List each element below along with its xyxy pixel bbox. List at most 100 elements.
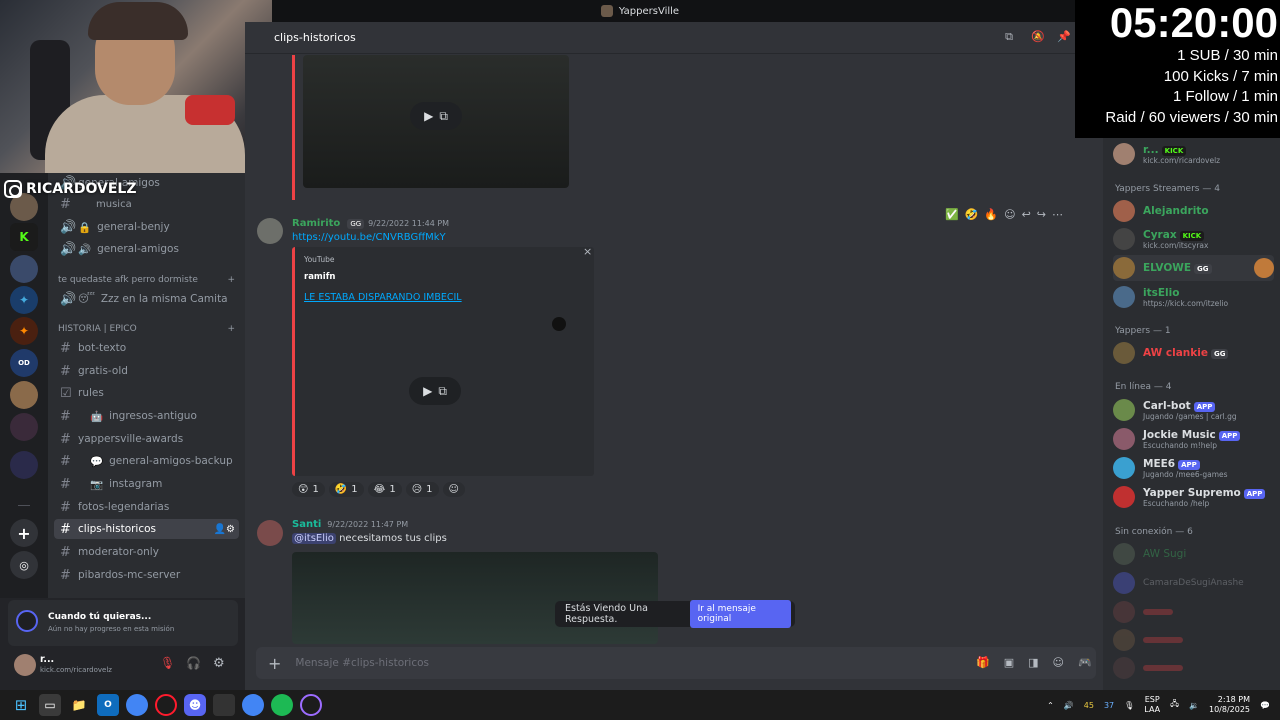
server-icon-6[interactable]: OD [10,349,38,377]
channel-pibardos-mc-server[interactable]: # pibardos-mc-server [54,565,239,585]
member-item[interactable]: AW clankie GG [1113,340,1274,366]
app-icon[interactable] [213,694,235,716]
member-item[interactable]: r... KICK kick.com/ricardovelz [1113,141,1274,167]
category-afk[interactable]: te quedaste afk perro dormiste + [58,275,235,285]
reaction-rofl[interactable]: 🤣 1 [328,482,364,497]
threads-icon[interactable]: ⧉ [1003,31,1015,43]
server-icon-4[interactable]: ✦ [10,286,38,314]
discord-icon[interactable]: ☻ [184,694,206,716]
more-icon[interactable]: ⋯ [1052,208,1063,221]
play-button[interactable]: ▶ ⧉ [410,102,462,130]
channel-clips-historicos[interactable]: # clips-historicos 👤⚙ [54,519,239,539]
author-name[interactable]: Santi [292,519,321,530]
add-channel-icon[interactable]: + [227,324,235,334]
spotify-icon[interactable] [271,694,293,716]
outlook-icon[interactable]: O [97,694,119,716]
mission-card[interactable]: Cuando tú quieras... Aún no hay progreso… [8,600,238,646]
activities-icon[interactable]: 🎮 [1078,656,1092,669]
channel-instagram[interactable]: # 📷 instagram [54,474,239,494]
gift-icon[interactable]: 🎁 [976,656,990,669]
reaction-astonished[interactable]: 😲 1 [292,482,325,497]
add-server-icon[interactable]: + [10,519,38,547]
server-icon-5[interactable]: ✦ [10,317,38,345]
video-attachment[interactable] [292,552,658,644]
author-name[interactable]: Ramirito [292,218,340,229]
message-link[interactable]: https://youtu.be/CNVRBGffMkY [292,232,446,243]
channel-ingresos-antiguo[interactable]: # 🤖 ingresos-antiguo [54,406,239,426]
mention[interactable]: @itsElio [292,533,336,544]
laugh-reaction-icon[interactable]: 🤣 [965,208,979,221]
fire-reaction-icon[interactable]: 🔥 [984,208,998,221]
pin-icon[interactable]: 📌 [1057,31,1071,43]
avatar[interactable] [14,654,36,676]
member-item[interactable]: AW Sugi [1113,541,1274,567]
volume-icon[interactable]: 🔊 [1064,701,1074,710]
add-attachment-icon[interactable]: + [268,654,281,673]
add-channel-icon[interactable]: + [227,275,235,285]
language-indicator[interactable]: ESP LAA [1144,695,1160,715]
gif-icon[interactable]: ▣ [1004,656,1014,669]
reaction-joy[interactable]: 😂 1 [367,482,402,497]
mic-icon[interactable]: 🎙 [1124,701,1134,710]
settings-icon[interactable]: 👤⚙ [214,524,235,535]
server-folder-1[interactable] [10,413,38,441]
channel-bot-texto[interactable]: # bot-texto [54,338,239,358]
channel-voice[interactable]: 🔊 🔒 general-benjy [54,217,239,237]
settings-icon[interactable]: ⚙ [213,656,225,671]
server-icon-3[interactable] [10,255,38,283]
member-item[interactable]: Cyrax KICK kick.com/itscyrax [1113,226,1274,252]
check-reaction-icon[interactable]: ✅ [945,208,959,221]
member-item[interactable]: Jockie Music APP Escuchando m!help [1113,426,1274,452]
chevron-up-icon[interactable]: ⌃ [1047,701,1054,710]
video-player[interactable]: ▶ ⧉ [304,312,584,470]
channel-moderator-only[interactable]: # moderator-only [54,542,239,562]
discover-icon[interactable]: ◎ [10,551,38,579]
channel-fotos-legendarias[interactable]: # fotos-legendarias [54,497,239,517]
server-folder-2[interactable] [10,451,38,479]
emoji-icon[interactable]: ☺ [1053,656,1064,669]
task-view-icon[interactable]: ▭ [39,694,61,716]
channel-afk[interactable]: 🔊 😴 Zzz en la misma Camita [54,289,239,309]
mic-muted-icon[interactable]: 🎙 [160,656,175,670]
member-item[interactable]: Alejandrito [1113,198,1274,224]
channel-rules[interactable]: ☑ rules [54,383,239,403]
chrome-icon[interactable] [126,694,148,716]
member-item[interactable] [1113,599,1274,625]
avatar[interactable] [257,520,283,546]
category-historia[interactable]: HISTORIA | EPICO + [58,324,235,334]
chrome-icon[interactable] [242,694,264,716]
play-button[interactable]: ▶ ⧉ [409,377,461,405]
server-icon-7[interactable] [10,381,38,409]
channel-yappersville-awards[interactable]: # yappersville-awards [54,429,239,449]
speaker-icon[interactable]: 🔉 [1189,701,1199,710]
channel-voice[interactable]: 🔊 🔊 general-amigos [54,239,239,259]
sticker-icon[interactable]: ◨ [1028,656,1038,669]
file-explorer-icon[interactable]: 📁 [68,694,90,716]
member-item[interactable]: Carl-bot APP Jugando /games | carl.gg [1113,397,1274,423]
embed-title-link[interactable]: LE ESTABA DISPARANDO IMBECIL [304,292,462,303]
reaction-sad[interactable]: 😥 1 [405,482,439,497]
opera-icon[interactable] [155,694,177,716]
member-item[interactable]: Yapper Supremo APP Escuchando /help [1113,484,1274,510]
message-input[interactable]: Mensaje #clips-historicos [295,657,429,669]
kick-server-icon[interactable]: K [10,223,38,251]
channel-general-amigos-backup[interactable]: # 💬 general-amigos-backup [54,451,239,471]
clock[interactable]: 2:18 PM 10/8/2025 [1209,695,1250,715]
member-item[interactable] [1113,627,1274,653]
avatar[interactable] [257,218,283,244]
close-icon[interactable]: × [583,245,592,258]
video-player[interactable]: ▶ ⧉ [303,55,569,188]
add-reaction-button[interactable]: ☺ [442,482,465,497]
jump-to-original-button[interactable]: Ir al mensaje original [689,600,791,628]
notification-icon[interactable]: 💬 [1260,701,1270,710]
forward-icon[interactable]: ↪ [1037,208,1046,221]
mute-icon[interactable]: 🔕 [1031,31,1045,43]
member-item[interactable]: CamaraDeSugiAnashe [1113,570,1274,596]
channel-gratis-old[interactable]: # gratis-old [54,361,239,381]
windows-start-icon[interactable]: ⊞ [10,694,32,716]
app-icon[interactable] [300,694,322,716]
network-icon[interactable]: 🖧 [1170,698,1179,712]
deafen-icon[interactable]: 🎧 [186,656,201,670]
member-item[interactable]: MEE6 APP Jugando /mee6-games [1113,455,1274,481]
reply-icon[interactable]: ↩ [1022,208,1031,221]
